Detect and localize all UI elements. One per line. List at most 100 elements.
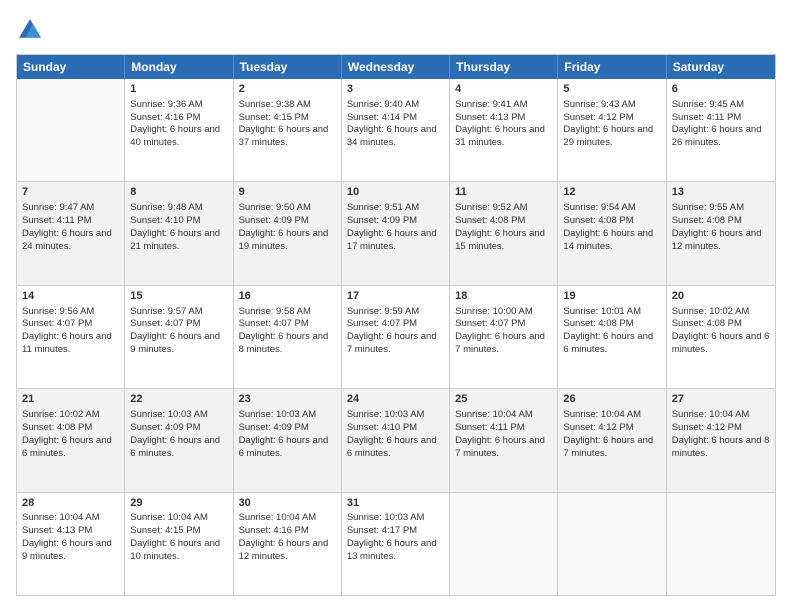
day-number: 17 bbox=[347, 289, 444, 304]
day-cell-24: 24 Sunrise: 10:03 AM Sunset: 4:10 PM Dayl… bbox=[342, 389, 450, 491]
cell-info: Sunrise: 9:54 AM Sunset: 4:08 PM Dayligh… bbox=[563, 202, 660, 253]
cell-info: Sunrise: 10:03 AM Sunset: 4:17 PM Daylig… bbox=[347, 512, 444, 563]
day-number: 20 bbox=[672, 289, 770, 304]
day-cell-8: 8 Sunrise: 9:48 AM Sunset: 4:10 PM Daylig… bbox=[125, 182, 233, 284]
page: SundayMondayTuesdayWednesdayThursdayFrid… bbox=[0, 0, 792, 612]
day-number: 15 bbox=[130, 289, 227, 304]
day-header-monday: Monday bbox=[125, 55, 233, 79]
day-number: 1 bbox=[130, 82, 227, 97]
cell-info: Sunrise: 10:00 AM Sunset: 4:07 PM Daylig… bbox=[455, 306, 552, 357]
cell-info: Sunrise: 9:52 AM Sunset: 4:08 PM Dayligh… bbox=[455, 202, 552, 253]
day-header-thursday: Thursday bbox=[450, 55, 558, 79]
day-cell-26: 26 Sunrise: 10:04 AM Sunset: 4:12 PM Dayl… bbox=[558, 389, 666, 491]
day-cell-31: 31Sunrise: 10:03 AM Sunset: 4:17 PM Dayl… bbox=[342, 493, 450, 595]
cell-info: Sunrise: 10:04 AM Sunset: 4:11 PM Daylig… bbox=[455, 409, 552, 460]
day-number: 5 bbox=[563, 82, 660, 97]
day-cell-11: 11 Sunrise: 9:52 AM Sunset: 4:08 PM Dayli… bbox=[450, 182, 558, 284]
day-number: 2 bbox=[239, 82, 336, 97]
day-cell-6: 6 Sunrise: 9:45 AM Sunset: 4:11 PM Daylig… bbox=[667, 79, 775, 181]
cell-info: Sunrise: 9:36 AM Sunset: 4:16 PM Dayligh… bbox=[130, 99, 227, 150]
day-cell-25: 25 Sunrise: 10:04 AM Sunset: 4:11 PM Dayl… bbox=[450, 389, 558, 491]
day-number: 12 bbox=[563, 185, 660, 200]
cell-info: Sunrise: 10:04 AM Sunset: 4:16 PM Daylig… bbox=[239, 512, 336, 563]
day-number: 21 bbox=[22, 392, 119, 407]
day-cell-2: 2Sunrise: 9:38 AM Sunset: 4:15 PM Daylig… bbox=[234, 79, 342, 181]
cell-info: Sunrise: 9:47 AM Sunset: 4:11 PM Dayligh… bbox=[22, 202, 119, 253]
cell-info: Sunrise: 9:55 AM Sunset: 4:08 PM Dayligh… bbox=[672, 202, 770, 253]
day-number: 14 bbox=[22, 289, 119, 304]
cell-info: Sunrise: 10:02 AM Sunset: 4:08 PM Daylig… bbox=[672, 306, 770, 357]
day-header-saturday: Saturday bbox=[667, 55, 775, 79]
day-header-tuesday: Tuesday bbox=[234, 55, 342, 79]
cell-info: Sunrise: 10:02 AM Sunset: 4:08 PM Daylig… bbox=[22, 409, 119, 460]
day-cell-17: 17Sunrise: 9:59 AM Sunset: 4:07 PM Dayli… bbox=[342, 286, 450, 388]
cell-info: Sunrise: 9:40 AM Sunset: 4:14 PM Dayligh… bbox=[347, 99, 444, 150]
calendar-row-3: 21 Sunrise: 10:02 AM Sunset: 4:08 PM Dayl… bbox=[17, 388, 775, 491]
cell-info: Sunrise: 9:50 AM Sunset: 4:09 PM Dayligh… bbox=[239, 202, 336, 253]
day-cell-14: 14 Sunrise: 9:56 AM Sunset: 4:07 PM Dayli… bbox=[17, 286, 125, 388]
cell-info: Sunrise: 10:01 AM Sunset: 4:08 PM Daylig… bbox=[563, 306, 660, 357]
day-number: 19 bbox=[563, 289, 660, 304]
day-cell-22: 22Sunrise: 10:03 AM Sunset: 4:09 PM Dayl… bbox=[125, 389, 233, 491]
cell-info: Sunrise: 10:03 AM Sunset: 4:10 PM Daylig… bbox=[347, 409, 444, 460]
cell-info: Sunrise: 10:04 AM Sunset: 4:12 PM Daylig… bbox=[563, 409, 660, 460]
day-number: 6 bbox=[672, 82, 770, 97]
day-number: 24 bbox=[347, 392, 444, 407]
logo-icon bbox=[16, 16, 44, 44]
header bbox=[16, 16, 776, 44]
calendar-row-1: 7Sunrise: 9:47 AM Sunset: 4:11 PM Daylig… bbox=[17, 181, 775, 284]
cell-info: Sunrise: 9:48 AM Sunset: 4:10 PM Dayligh… bbox=[130, 202, 227, 253]
day-number: 25 bbox=[455, 392, 552, 407]
calendar-row-0: 1 Sunrise: 9:36 AM Sunset: 4:16 PM Daylig… bbox=[17, 79, 775, 181]
day-cell-12: 12 Sunrise: 9:54 AM Sunset: 4:08 PM Dayli… bbox=[558, 182, 666, 284]
day-number: 26 bbox=[563, 392, 660, 407]
day-number: 22 bbox=[130, 392, 227, 407]
day-cell-1: 1 Sunrise: 9:36 AM Sunset: 4:16 PM Daylig… bbox=[125, 79, 233, 181]
day-number: 28 bbox=[22, 496, 119, 511]
empty-cell bbox=[450, 493, 558, 595]
day-header-wednesday: Wednesday bbox=[342, 55, 450, 79]
day-cell-10: 10 Sunrise: 9:51 AM Sunset: 4:09 PM Dayli… bbox=[342, 182, 450, 284]
logo bbox=[16, 16, 48, 44]
day-number: 13 bbox=[672, 185, 770, 200]
day-number: 9 bbox=[239, 185, 336, 200]
day-number: 4 bbox=[455, 82, 552, 97]
cell-info: Sunrise: 9:45 AM Sunset: 4:11 PM Dayligh… bbox=[672, 99, 770, 150]
day-cell-28: 28Sunrise: 10:04 AM Sunset: 4:13 PM Dayl… bbox=[17, 493, 125, 595]
day-cell-16: 16 Sunrise: 9:58 AM Sunset: 4:07 PM Dayli… bbox=[234, 286, 342, 388]
empty-cell bbox=[667, 493, 775, 595]
cell-info: Sunrise: 9:58 AM Sunset: 4:07 PM Dayligh… bbox=[239, 306, 336, 357]
day-cell-20: 20 Sunrise: 10:02 AM Sunset: 4:08 PM Dayl… bbox=[667, 286, 775, 388]
calendar: SundayMondayTuesdayWednesdayThursdayFrid… bbox=[16, 54, 776, 596]
day-number: 27 bbox=[672, 392, 770, 407]
day-cell-13: 13 Sunrise: 9:55 AM Sunset: 4:08 PM Dayli… bbox=[667, 182, 775, 284]
day-number: 3 bbox=[347, 82, 444, 97]
cell-info: Sunrise: 9:57 AM Sunset: 4:07 PM Dayligh… bbox=[130, 306, 227, 357]
cell-info: Sunrise: 10:04 AM Sunset: 4:12 PM Daylig… bbox=[672, 409, 770, 460]
cell-info: Sunrise: 9:56 AM Sunset: 4:07 PM Dayligh… bbox=[22, 306, 119, 357]
day-cell-23: 23 Sunrise: 10:03 AM Sunset: 4:09 PM Dayl… bbox=[234, 389, 342, 491]
day-cell-29: 29Sunrise: 10:04 AM Sunset: 4:15 PM Dayl… bbox=[125, 493, 233, 595]
day-number: 16 bbox=[239, 289, 336, 304]
day-cell-18: 18 Sunrise: 10:00 AM Sunset: 4:07 PM Dayl… bbox=[450, 286, 558, 388]
day-cell-30: 30Sunrise: 10:04 AM Sunset: 4:16 PM Dayl… bbox=[234, 493, 342, 595]
cell-info: Sunrise: 9:41 AM Sunset: 4:13 PM Dayligh… bbox=[455, 99, 552, 150]
day-cell-15: 15 Sunrise: 9:57 AM Sunset: 4:07 PM Dayli… bbox=[125, 286, 233, 388]
day-number: 11 bbox=[455, 185, 552, 200]
day-cell-19: 19 Sunrise: 10:01 AM Sunset: 4:08 PM Dayl… bbox=[558, 286, 666, 388]
day-number: 10 bbox=[347, 185, 444, 200]
cell-info: Sunrise: 9:51 AM Sunset: 4:09 PM Dayligh… bbox=[347, 202, 444, 253]
empty-cell bbox=[17, 79, 125, 181]
cell-info: Sunrise: 10:03 AM Sunset: 4:09 PM Daylig… bbox=[239, 409, 336, 460]
day-number: 18 bbox=[455, 289, 552, 304]
day-cell-4: 4 Sunrise: 9:41 AM Sunset: 4:13 PM Daylig… bbox=[450, 79, 558, 181]
day-cell-7: 7Sunrise: 9:47 AM Sunset: 4:11 PM Daylig… bbox=[17, 182, 125, 284]
day-number: 23 bbox=[239, 392, 336, 407]
cell-info: Sunrise: 10:04 AM Sunset: 4:15 PM Daylig… bbox=[130, 512, 227, 563]
day-number: 8 bbox=[130, 185, 227, 200]
calendar-header: SundayMondayTuesdayWednesdayThursdayFrid… bbox=[17, 55, 775, 79]
calendar-body: 1 Sunrise: 9:36 AM Sunset: 4:16 PM Daylig… bbox=[17, 79, 775, 595]
day-number: 31 bbox=[347, 496, 444, 511]
day-cell-5: 5Sunrise: 9:43 AM Sunset: 4:12 PM Daylig… bbox=[558, 79, 666, 181]
day-number: 30 bbox=[239, 496, 336, 511]
